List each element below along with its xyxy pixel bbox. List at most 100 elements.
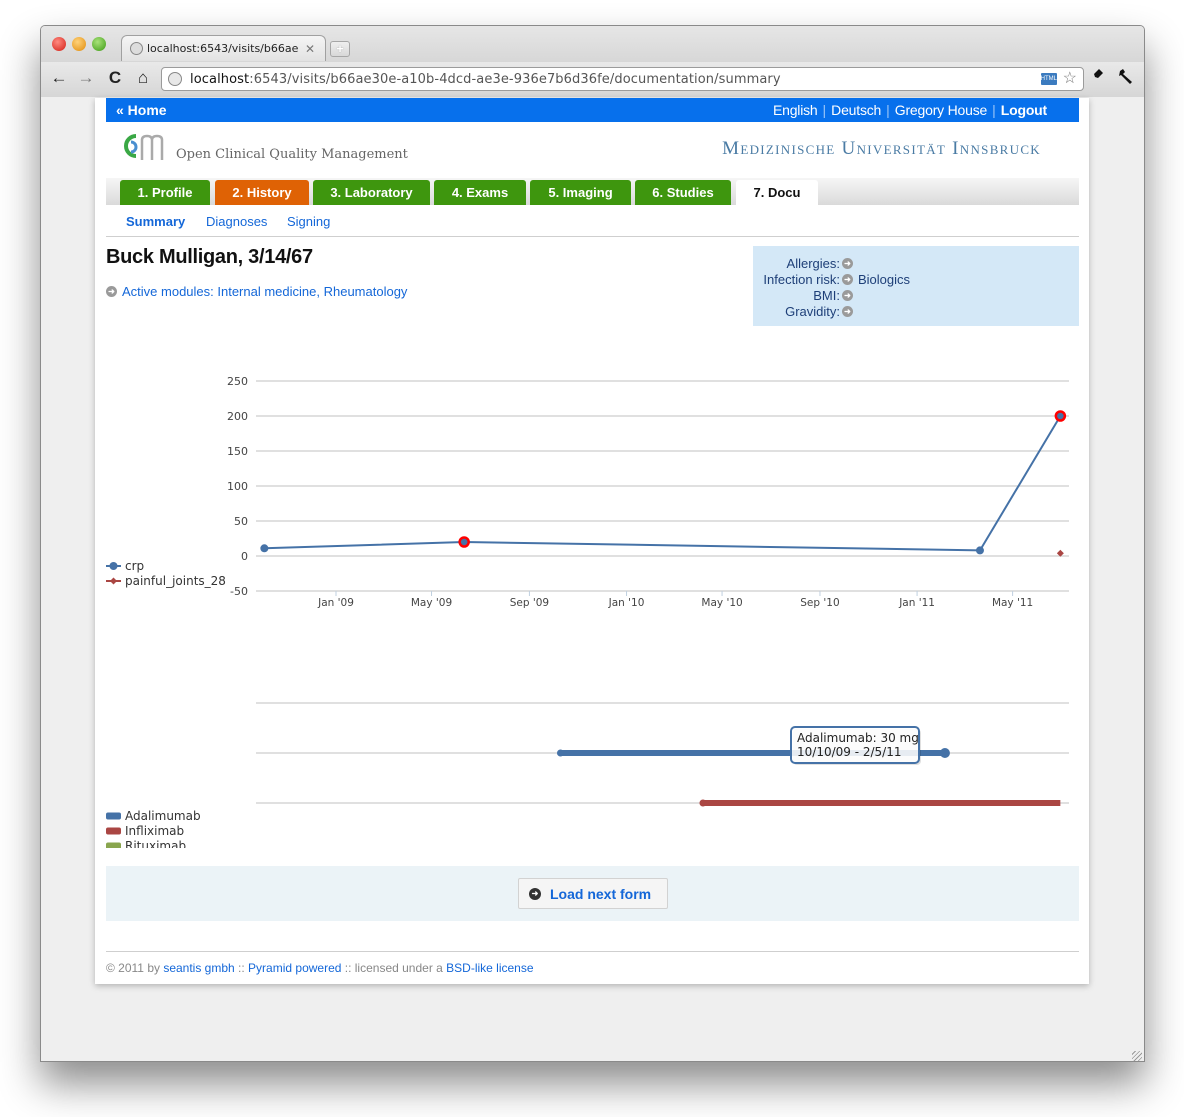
legend-rituximab-marker — [106, 842, 121, 848]
form-actions-bar: ➜ Load next form — [106, 866, 1079, 921]
x-tick-label: May '11 — [992, 597, 1033, 609]
y-tick-label: 0 — [241, 550, 248, 563]
info-label: BMI: — [813, 287, 840, 303]
license-link[interactable]: BSD-like license — [446, 961, 533, 975]
arrow-circle-icon: ➜ — [106, 286, 117, 297]
footer-separator: :: — [234, 961, 249, 975]
legend-adalimumab-marker — [106, 812, 121, 820]
home-link[interactable]: « Home — [116, 102, 167, 118]
arrow-circle-icon[interactable]: ➜ — [842, 305, 853, 317]
load-next-form-label: Load next form — [550, 885, 652, 902]
legend-rituximab-label: Rituximab — [125, 839, 186, 848]
x-tick-label: May '10 — [701, 597, 742, 609]
arrow-circle-icon[interactable]: ➜ — [842, 273, 853, 285]
address-bar[interactable]: localhost:6543/visits/b66ae30e-a10b-4dcd… — [161, 67, 1084, 91]
page-menu-icon[interactable] — [1087, 67, 1105, 90]
sub-tabs: Summary Diagnoses Signing — [106, 205, 1079, 237]
globe-icon — [130, 42, 143, 55]
browser-viewport: « Home English | Deutsch | Gregory House… — [41, 98, 1144, 1061]
x-tick-label: Jan '09 — [317, 597, 354, 609]
separator: | — [822, 102, 827, 118]
resize-grip[interactable] — [1132, 1051, 1142, 1061]
url-text[interactable]: localhost:6543/visits/b66ae30e-a10b-4dcd… — [190, 72, 781, 87]
company-link[interactable]: seantis gmbh — [163, 961, 234, 975]
subtab-diagnoses[interactable]: Diagnoses — [206, 214, 267, 229]
infliximab-bar-start — [699, 799, 707, 807]
info-allergies: Allergies: ➜ — [753, 255, 1079, 271]
pyramid-link[interactable]: Pyramid powered — [248, 961, 341, 975]
adalimumab-bar-start — [556, 749, 564, 757]
bookmark-star-icon[interactable]: ☆ — [1063, 71, 1077, 87]
info-gravidity: Gravidity: ➜ — [753, 303, 1079, 319]
separator: | — [992, 102, 996, 118]
top-navigation-bar: « Home English | Deutsch | Gregory House… — [106, 98, 1079, 122]
user-profile-link[interactable]: Gregory House — [895, 102, 988, 118]
reload-button[interactable]: C — [104, 68, 126, 88]
y-tick-label: -50 — [230, 585, 248, 598]
page-title: Buck Mulligan, 3/14/67 — [106, 246, 313, 268]
tab-history[interactable]: 2. History — [215, 180, 309, 205]
close-tab-icon[interactable]: ✕ — [305, 42, 315, 56]
legend-crp-label: crp — [125, 559, 144, 573]
charts-area: -50 0 50 100 150 200 250 Jan '09 May '09 Sep '09 J… — [106, 375, 1069, 848]
arrow-circle-icon[interactable]: ➜ — [842, 289, 853, 301]
tab-imaging[interactable]: 5. Imaging — [530, 180, 631, 205]
x-tick-label: Jan '10 — [608, 597, 645, 609]
y-tick-label: 250 — [227, 375, 248, 388]
forward-button[interactable]: → — [75, 68, 97, 88]
info-infection-risk: Infection risk: ➜ Biologics — [753, 271, 1079, 287]
close-window-button[interactable] — [52, 37, 66, 51]
x-tick-label: Jan '11 — [898, 597, 935, 609]
url-path: :6543/visits/b66ae30e-a10b-4dcd-ae3e-936… — [249, 71, 781, 87]
subtab-summary[interactable]: Summary — [126, 214, 185, 229]
active-modules-text: Active modules: Internal medicine, Rheum… — [122, 284, 408, 299]
legend-infliximab-marker — [106, 827, 121, 835]
tab-docu[interactable]: 7. Docu — [736, 180, 818, 205]
tooltip-line-1: Adalimumab: 30 mg — [797, 731, 919, 745]
tab-laboratory[interactable]: 3. Laboratory — [313, 180, 430, 205]
info-value: Biologics — [858, 271, 911, 287]
logout-link[interactable]: Logout — [1001, 102, 1047, 118]
tab-studies[interactable]: 6. Studies — [635, 180, 731, 205]
y-tick-label: 200 — [227, 410, 248, 423]
crp-point — [260, 544, 269, 553]
y-tick-label: 150 — [227, 445, 248, 458]
language-english-link[interactable]: English — [773, 102, 818, 118]
load-next-form-button[interactable]: ➜ Load next form — [518, 878, 668, 909]
subtab-signing[interactable]: Signing — [287, 214, 330, 229]
main-tabs: 1. Profile 2. History 3. Laboratory 4. E… — [106, 178, 1079, 205]
wrench-icon[interactable] — [1117, 67, 1135, 90]
info-label: Infection risk: — [763, 271, 840, 287]
crp-line — [264, 415, 1062, 552]
browser-titlebar: localhost:6543/visits/b66ae30e-a10b-4dcd… — [41, 26, 1144, 97]
tab-exams[interactable]: 4. Exams — [434, 180, 526, 205]
crp-point — [975, 546, 984, 555]
browser-window: localhost:6543/visits/b66ae30e-a10b-4dcd… — [40, 25, 1145, 1062]
patient-info-box: Allergies: ➜ Infection risk: ➜ Biologics… — [753, 246, 1079, 326]
header-branding: Open Clinical Quality Management Medizin… — [106, 122, 1079, 178]
ocqm-logo-icon[interactable] — [122, 132, 166, 162]
zoom-window-button[interactable] — [92, 37, 106, 51]
active-modules-link[interactable]: ➜ Active modules: Internal medicine, Rhe… — [106, 284, 407, 299]
url-host: localhost — [190, 71, 250, 87]
tab-title: localhost:6543/visits/b66ae30e-a10b-4dcd… — [147, 42, 299, 55]
footer: © 2011 by seantis gmbh :: Pyramid powere… — [106, 961, 534, 975]
adalimumab-bar-end — [939, 748, 950, 758]
html5-icon[interactable]: HTML — [1040, 73, 1057, 85]
arrow-circle-icon: ➜ — [529, 887, 541, 900]
tab-profile[interactable]: 1. Profile — [120, 180, 210, 205]
back-button[interactable]: ← — [48, 68, 70, 88]
x-tick-label: May '09 — [411, 597, 452, 609]
arrow-circle-icon[interactable]: ➜ — [842, 257, 853, 269]
home-button[interactable]: ⌂ — [132, 68, 154, 88]
new-tab-button[interactable]: + — [330, 41, 350, 57]
crp-point-highlighted — [458, 536, 470, 548]
browser-tab[interactable]: localhost:6543/visits/b66ae30e-a10b-4dcd… — [121, 35, 326, 61]
app-name: Open Clinical Quality Management — [176, 147, 408, 162]
footer-copyright: © 2011 by — [106, 961, 164, 975]
minimize-window-button[interactable] — [72, 37, 86, 51]
legend-adalimumab-label: Adalimumab — [125, 809, 201, 823]
language-deutsch-link[interactable]: Deutsch — [831, 102, 881, 118]
y-tick-label: 100 — [227, 480, 248, 493]
legend-infliximab-label: Infliximab — [125, 824, 184, 838]
